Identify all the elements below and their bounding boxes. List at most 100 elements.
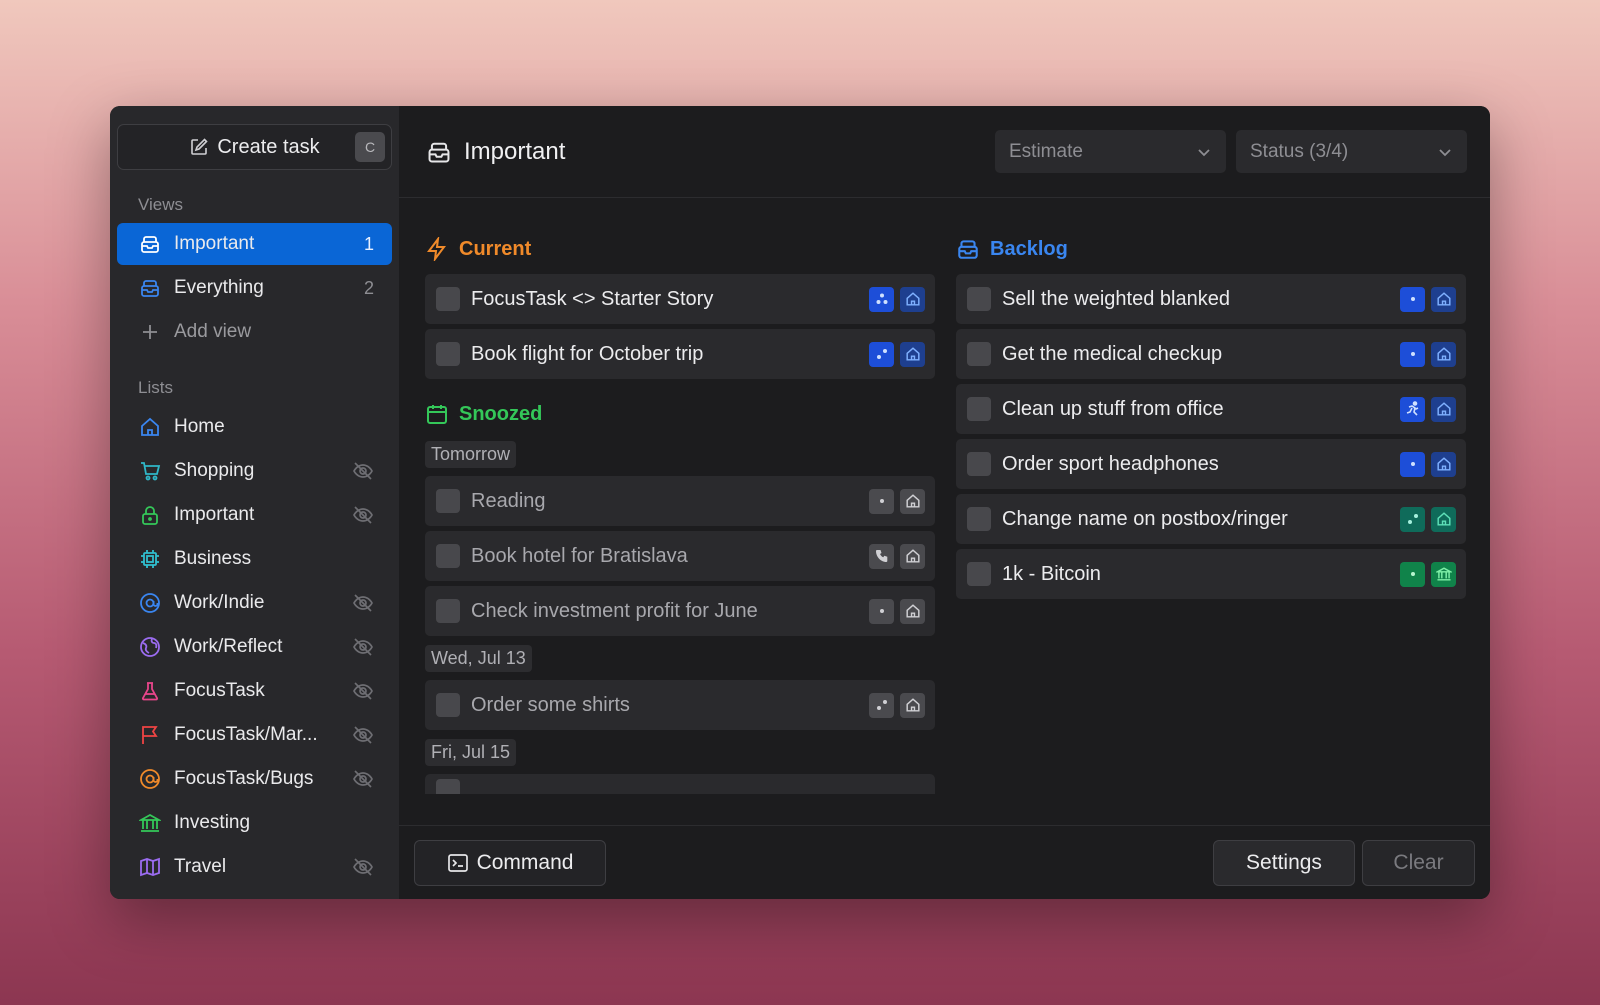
- eye-off-icon[interactable]: [352, 856, 374, 878]
- home-icon[interactable]: [900, 543, 925, 569]
- clear-button[interactable]: Clear: [1362, 839, 1475, 886]
- eye-off-icon[interactable]: [352, 504, 374, 526]
- page-title: Important: [464, 137, 566, 165]
- bank-icon: [138, 811, 162, 835]
- dot-icon[interactable]: [1400, 286, 1425, 312]
- task-label: Check investment profit for June: [471, 599, 758, 622]
- home-icon[interactable]: [900, 341, 925, 367]
- dots-two-icon[interactable]: [1400, 506, 1425, 532]
- eye-off-icon[interactable]: [352, 680, 374, 702]
- list-item-focustask-bugs[interactable]: FocusTask/Bugs: [117, 758, 392, 800]
- bank-icon[interactable]: [1431, 561, 1456, 587]
- task-row[interactable]: 1k - Bitcoin: [956, 549, 1466, 599]
- task-label: Order some shirts: [471, 693, 630, 716]
- task-checkbox[interactable]: [436, 342, 460, 366]
- eye-off-icon[interactable]: [352, 724, 374, 746]
- home-icon[interactable]: [900, 692, 925, 718]
- task-row[interactable]: FocusTask <> Starter Story: [425, 274, 935, 324]
- dots-two-icon[interactable]: [869, 692, 894, 718]
- task-checkbox[interactable]: [967, 397, 991, 421]
- task-row[interactable]: Get the medical checkup: [956, 329, 1466, 379]
- running-icon[interactable]: [1400, 396, 1425, 422]
- list-item-business[interactable]: Business: [117, 538, 392, 580]
- home-icon[interactable]: [900, 488, 925, 514]
- home-icon[interactable]: [1431, 286, 1456, 312]
- settings-button[interactable]: Settings: [1213, 839, 1355, 886]
- current-title: Current: [459, 237, 532, 260]
- main-panel: Important Estimate Status (3/4) Current …: [399, 106, 1490, 899]
- home-icon[interactable]: [900, 286, 925, 312]
- main-header: Important Estimate Status (3/4): [399, 106, 1490, 198]
- command-button[interactable]: Command: [414, 839, 606, 886]
- home-icon[interactable]: [1431, 396, 1456, 422]
- eye-off-icon[interactable]: [352, 768, 374, 790]
- task-row[interactable]: Check investment profit for June: [425, 586, 935, 636]
- view-item-important[interactable]: Important 1: [117, 223, 392, 265]
- status-dropdown[interactable]: Status (3/4): [1236, 130, 1467, 173]
- dot-icon[interactable]: [1400, 561, 1425, 587]
- dot-icon[interactable]: [1400, 451, 1425, 477]
- dot-icon[interactable]: [1400, 341, 1425, 367]
- phone-icon[interactable]: [869, 543, 894, 569]
- task-checkbox[interactable]: [436, 599, 460, 623]
- settings-label: Settings: [1246, 850, 1322, 874]
- create-task-button[interactable]: Create task C: [117, 124, 392, 170]
- task-row[interactable]: Change name on postbox/ringer: [956, 494, 1466, 544]
- task-checkbox[interactable]: [436, 544, 460, 568]
- dot-icon[interactable]: [869, 598, 894, 624]
- task-checkbox[interactable]: [436, 779, 460, 794]
- task-checkbox[interactable]: [967, 562, 991, 586]
- list-item-travel[interactable]: Travel: [117, 846, 392, 888]
- task-row-partial[interactable]: [425, 774, 935, 794]
- task-row[interactable]: Book flight for October trip: [425, 329, 935, 379]
- home-icon[interactable]: [900, 598, 925, 624]
- task-checkbox[interactable]: [436, 489, 460, 513]
- list-item-shopping[interactable]: Shopping: [117, 450, 392, 492]
- task-row[interactable]: Clean up stuff from office: [956, 384, 1466, 434]
- eye-off-icon[interactable]: [352, 460, 374, 482]
- inbox-icon: [138, 276, 162, 300]
- task-board: Current FocusTask <> Starter Story Book …: [399, 198, 1490, 825]
- home-icon[interactable]: [1431, 506, 1456, 532]
- task-row[interactable]: Book hotel for Bratislava: [425, 531, 935, 581]
- list-item-investing[interactable]: Investing: [117, 802, 392, 844]
- task-checkbox[interactable]: [967, 287, 991, 311]
- eye-off-icon[interactable]: [352, 636, 374, 658]
- estimate-dropdown[interactable]: Estimate: [995, 130, 1226, 173]
- eye-off-icon[interactable]: [352, 592, 374, 614]
- dots-three-icon[interactable]: [869, 286, 894, 312]
- lightning-icon: [425, 237, 449, 261]
- list-item-label: Work/Reflect: [174, 636, 283, 657]
- list-item-focustask[interactable]: FocusTask: [117, 670, 392, 712]
- task-checkbox[interactable]: [967, 342, 991, 366]
- dot-icon[interactable]: [869, 488, 894, 514]
- list-item-label: Work/Indie: [174, 592, 265, 613]
- home-icon[interactable]: [1431, 341, 1456, 367]
- at-icon: [138, 591, 162, 615]
- task-checkbox[interactable]: [967, 507, 991, 531]
- home-icon[interactable]: [1431, 451, 1456, 477]
- list-item-label: Investing: [174, 812, 251, 833]
- list-item-label: Shopping: [174, 460, 255, 481]
- list-item-label: FocusTask/Bugs: [174, 768, 314, 789]
- dots-two-icon[interactable]: [869, 341, 894, 367]
- view-item-everything[interactable]: Everything 2: [117, 267, 392, 309]
- task-row[interactable]: Order sport headphones: [956, 439, 1466, 489]
- task-row[interactable]: Order some shirts: [425, 680, 935, 730]
- list-item-work-reflect[interactable]: Work/Reflect: [117, 626, 392, 668]
- task-label: Get the medical checkup: [1002, 342, 1223, 365]
- task-checkbox[interactable]: [436, 287, 460, 311]
- terminal-icon: [447, 852, 469, 874]
- list-item-home[interactable]: Home: [117, 406, 392, 448]
- task-row[interactable]: Sell the weighted blanked: [956, 274, 1466, 324]
- home-icon: [138, 415, 162, 439]
- add-view-button[interactable]: Add view: [117, 311, 392, 353]
- list-item-work-indie[interactable]: Work/Indie: [117, 582, 392, 624]
- task-checkbox[interactable]: [436, 693, 460, 717]
- list-item-important[interactable]: Important: [117, 494, 392, 536]
- task-row[interactable]: Reading: [425, 476, 935, 526]
- list-item-focustask-marketing[interactable]: FocusTask/Mar...: [117, 714, 392, 756]
- task-checkbox[interactable]: [967, 452, 991, 476]
- task-label: Sell the weighted blanked: [1002, 287, 1230, 310]
- list-item-label: FocusTask/Mar...: [174, 724, 318, 745]
